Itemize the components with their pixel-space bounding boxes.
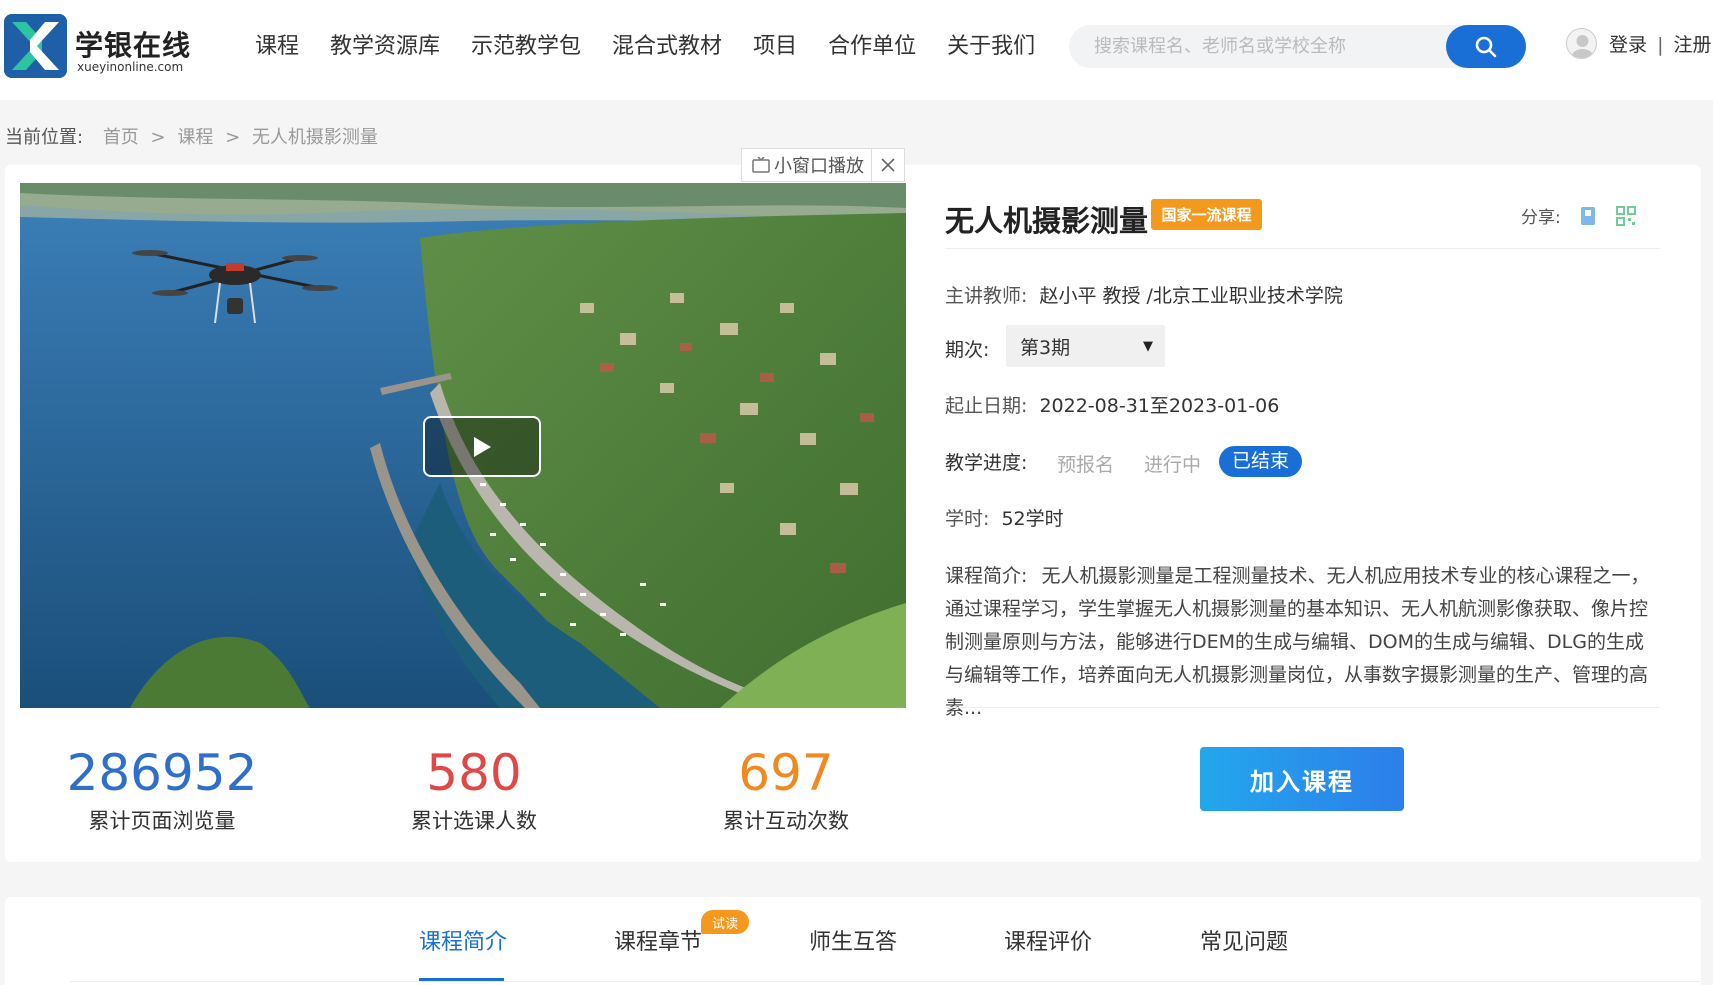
nav-item-demo-package[interactable]: 示范教学包 [471,30,581,64]
stat-label: 累计选课人数 [411,809,537,833]
course-intro: 课程简介: 无人机摄影测量是工程测量技术、无人机应用技术专业的核心课程之一，通过… [945,560,1660,725]
progress-label: 教学进度: [945,452,1028,474]
breadcrumb-sep: > [150,127,166,148]
mini-player-bar: 小窗口播放 [741,148,905,182]
logo-text: 学银在线 [75,29,192,62]
teacher-value: 赵小平 教授 /北京工业职业技术学院 [1039,285,1343,307]
play-icon [474,436,491,457]
tab-course-intro[interactable]: 课程简介 [419,924,507,956]
stat-value: 286952 [66,744,258,802]
course-title: 无人机摄影测量 [945,204,1149,238]
nav-item-projects[interactable]: 项目 [753,30,797,64]
term-value: 第3期 [1020,336,1071,359]
login-link[interactable]: 登录 [1609,34,1647,56]
date-value: 2022-08-31至2023-01-06 [1039,395,1280,417]
breadcrumb-current: 无人机摄影测量 [251,127,378,148]
join-course-button[interactable]: 加入课程 [1200,747,1404,811]
date-label: 起止日期: [945,395,1028,417]
nav-item-blended-textbook[interactable]: 混合式教材 [612,30,722,64]
tabs-divider [70,981,1700,982]
intro-label: 课程简介: [945,565,1028,587]
hours-label: 学时: [945,508,990,530]
tab-qa[interactable]: 师生互答 [809,924,897,956]
tab-faq[interactable]: 常见问题 [1200,924,1288,956]
breadcrumb-prefix: 当前位置: [5,127,84,148]
search-button[interactable] [1446,25,1526,68]
stat-label: 累计页面浏览量 [88,809,236,833]
dropdown-arrow-icon: ▼ [1143,339,1153,354]
breadcrumb-sep: > [225,127,241,148]
site-logo[interactable]: 学银在线 xueyinonline.com [4,14,190,80]
play-button[interactable] [423,416,541,477]
top-header: 学银在线 xueyinonline.com 课程 教学资源库 示范教学包 混合式… [0,0,1713,100]
close-icon[interactable] [872,149,904,181]
user-area: 登录 | 注册 [1566,28,1712,59]
breadcrumb-courses[interactable]: 课程 [177,127,213,148]
main-nav: 课程 教学资源库 示范教学包 混合式教材 项目 合作单位 关于我们 [255,30,1066,64]
auth-links: 登录 | 注册 [1609,30,1712,57]
intro-text: 无人机摄影测量是工程测量技术、无人机应用技术专业的核心课程之一，通过课程学习，学… [945,565,1650,719]
trial-badge: 试读 [701,910,749,934]
nav-item-courses[interactable]: 课程 [255,30,299,64]
date-row: 起止日期: 2022-08-31至2023-01-06 [945,391,1279,418]
register-link[interactable]: 注册 [1674,34,1712,56]
progress-ongoing: 进行中 [1144,454,1202,476]
term-select[interactable]: 第3期 ▼ [1006,325,1165,367]
breadcrumb: 当前位置: 首页 > 课程 > 无人机摄影测量 [5,123,378,149]
nav-item-resource-library[interactable]: 教学资源库 [330,30,440,64]
stat-value: 580 [426,744,522,802]
avatar-icon[interactable] [1566,28,1597,59]
breadcrumb-home[interactable]: 首页 [103,127,139,148]
hours-value: 52学时 [1001,508,1064,530]
progress-preenroll: 预报名 [1057,454,1115,476]
nav-item-partners[interactable]: 合作单位 [828,30,916,64]
share-area: 分享: [1521,203,1637,228]
nav-item-about[interactable]: 关于我们 [947,30,1035,64]
stat-label: 累计互动次数 [723,809,849,833]
stat-value: 697 [738,744,834,802]
progress-ended: 已结束 [1219,446,1303,477]
mini-player-label: 小窗口播放 [774,156,864,177]
tab-chapters[interactable]: 课程章节 [614,924,702,956]
teacher-row: 主讲教师: 赵小平 教授 /北京工业职业技术学院 [945,281,1343,308]
search-bar [1069,25,1526,68]
bookmark-icon[interactable] [1577,205,1599,227]
stat-interactions: 697 累计互动次数 [686,745,886,835]
logo-mark-icon [4,14,67,78]
divider [945,707,1660,708]
tab-reviews[interactable]: 课程评价 [1004,924,1092,956]
divider [945,248,1660,249]
logo-domain: xueyinonline.com [77,60,184,74]
mini-player-button[interactable]: 小窗口播放 [742,149,873,181]
hours-row: 学时: 52学时 [945,504,1064,531]
qrcode-icon[interactable] [1615,205,1637,227]
tv-icon [752,157,770,173]
search-icon [1475,36,1497,57]
stat-page-views: 286952 累计页面浏览量 [62,745,262,835]
auth-separator: | [1657,34,1664,56]
share-label: 分享: [1521,208,1561,228]
search-input[interactable] [1094,25,1434,68]
teacher-label: 主讲教师: [945,285,1028,307]
national-course-badge: 国家一流课程 [1151,199,1262,230]
stat-enrollments: 580 累计选课人数 [374,745,574,835]
term-label: 期次: [945,339,990,361]
video-player[interactable] [20,183,906,708]
